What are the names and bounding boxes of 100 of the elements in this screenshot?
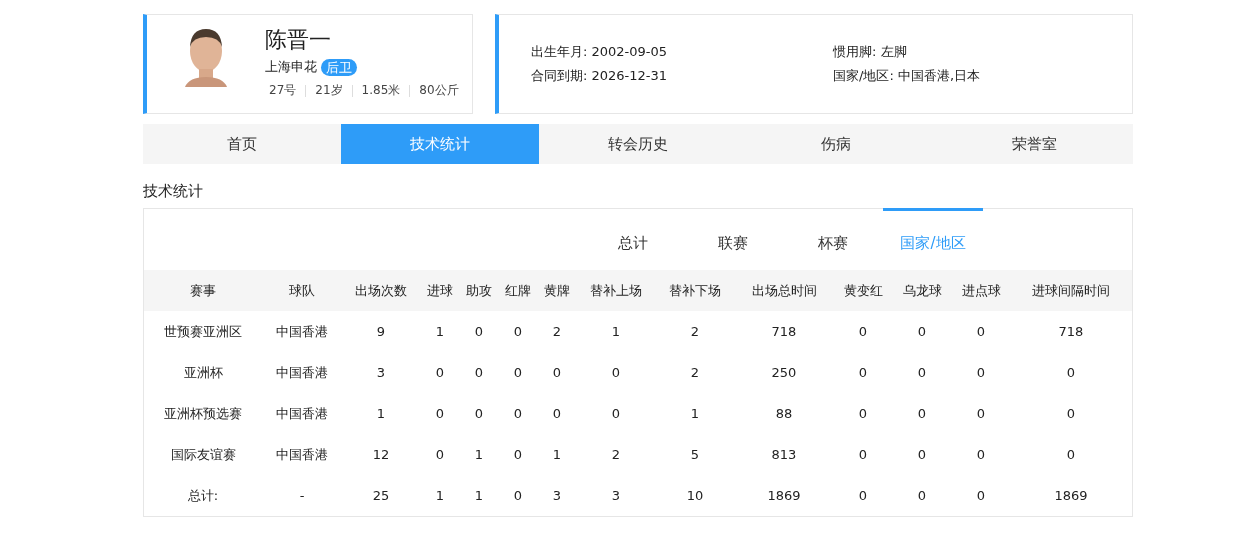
- table-cell: 0: [552, 365, 562, 380]
- table-cell: 1: [435, 488, 445, 503]
- table-cell: 3: [552, 488, 562, 503]
- table-cell: 1: [690, 406, 700, 421]
- table-cell: 0: [1066, 406, 1076, 421]
- column-header: 黄变红: [843, 282, 883, 298]
- table-cell: 12: [372, 447, 390, 462]
- table-cell: 1: [552, 447, 562, 462]
- table-cell: 0: [858, 488, 868, 503]
- table-cell: 0: [1066, 447, 1076, 462]
- table-cell: 0: [917, 447, 927, 462]
- table-cell: 0: [474, 324, 484, 339]
- table-cell: 0: [858, 406, 868, 421]
- table-cell: 718: [771, 324, 797, 339]
- table-cell: 0: [976, 447, 986, 462]
- table-cell: 25: [372, 488, 390, 503]
- table-cell: 中国香港: [276, 405, 328, 421]
- table-cell: 813: [771, 447, 797, 462]
- table-cell: 9: [376, 324, 386, 339]
- table-cell: 0: [513, 447, 523, 462]
- column-header: 进点球: [961, 282, 1001, 298]
- table-cell: 0: [552, 406, 562, 421]
- table-cell: 1: [435, 324, 445, 339]
- table-cell: 0: [435, 406, 445, 421]
- table-cell: 718: [1058, 324, 1084, 339]
- column-header: 替补下场: [669, 282, 721, 298]
- table-cell: 亚洲杯预选赛: [164, 405, 242, 421]
- column-header: 赛事: [190, 282, 216, 298]
- sub-tab[interactable]: 杯赛: [783, 208, 883, 270]
- table-cell: 0: [976, 406, 986, 421]
- table-cell: 2: [690, 324, 700, 339]
- column-header: 替补上场: [590, 282, 642, 298]
- table-cell: 中国香港: [276, 323, 328, 339]
- detail-text: 出生年月: 2002-09-05: [531, 43, 669, 61]
- tab[interactable]: 首页: [143, 124, 341, 164]
- column-header: 进球间隔时间: [1032, 282, 1110, 298]
- column-header: 出场总时间: [751, 282, 817, 298]
- sub-tab[interactable]: 联赛: [683, 208, 783, 270]
- table-cell: 0: [435, 447, 445, 462]
- table-cell: 0: [976, 365, 986, 380]
- table-cell: 国际友谊赛: [170, 446, 236, 462]
- column-header: 黄牌: [544, 282, 570, 298]
- table-cell: 1: [474, 488, 484, 503]
- table-cell: 1869: [1054, 488, 1088, 503]
- table-cell: 2: [690, 365, 700, 380]
- table-cell: 0: [474, 406, 484, 421]
- tab[interactable]: 转会历史: [539, 124, 737, 164]
- table-cell: 世预赛亚洲区: [164, 323, 242, 339]
- table-cell: 1: [474, 447, 484, 462]
- section-title: 技术统计: [143, 181, 204, 202]
- table-cell: 0: [474, 365, 484, 380]
- table-cell: 3: [376, 365, 386, 380]
- table-cell: 0: [976, 488, 986, 503]
- table-cell: 1: [611, 324, 621, 339]
- player-fact: 27号: [269, 82, 297, 99]
- detail-text: 合同到期: 2026-12-31: [531, 67, 669, 85]
- table-cell: 2: [611, 447, 621, 462]
- table-cell: 0: [611, 365, 621, 380]
- table-cell: 0: [1066, 365, 1076, 380]
- player-fact: 1.85米: [361, 82, 401, 99]
- table-cell: 3: [611, 488, 621, 503]
- table-cell: 88: [775, 406, 793, 421]
- table-cell: 1: [376, 406, 386, 421]
- detail-text: 惯用脚: 左脚: [833, 43, 908, 61]
- position-badge: 后卫: [321, 58, 357, 76]
- table-cell: 中国香港: [276, 446, 328, 462]
- column-header: 乌龙球: [902, 282, 942, 298]
- table-cell: -: [299, 488, 305, 503]
- table-cell: 0: [917, 365, 927, 380]
- column-header: 球队: [289, 282, 315, 298]
- table-cell: 亚洲杯: [183, 364, 223, 380]
- table-cell: 0: [917, 324, 927, 339]
- table-cell: 0: [917, 406, 927, 421]
- column-header: 出场次数: [355, 282, 407, 298]
- table-cell: 0: [858, 447, 868, 462]
- table-cell: 0: [917, 488, 927, 503]
- table-cell: 0: [858, 324, 868, 339]
- table-cell: 2: [552, 324, 562, 339]
- table-cell: 总计:: [187, 487, 219, 503]
- tab[interactable]: 伤病: [737, 124, 935, 164]
- table-cell: 中国香港: [276, 364, 328, 380]
- tab[interactable]: 荣誉室: [935, 124, 1133, 164]
- table-cell: 0: [513, 406, 523, 421]
- table-cell: 1869: [767, 488, 801, 503]
- table-cell: 0: [611, 406, 621, 421]
- player-fact: 21岁: [315, 82, 343, 99]
- player-name: 陈晋一: [265, 26, 332, 54]
- player-fact: 80公斤: [419, 82, 459, 99]
- club-name: 上海申花: [265, 58, 317, 76]
- table-cell: 0: [513, 324, 523, 339]
- detail-text: 国家/地区: 中国香港,日本: [833, 67, 982, 85]
- table-cell: 10: [686, 488, 704, 503]
- table-cell: 0: [858, 365, 868, 380]
- sub-tab[interactable]: 总计: [583, 208, 683, 270]
- column-header: 助攻: [466, 282, 492, 298]
- column-header: 进球: [427, 282, 453, 298]
- table-cell: 5: [690, 447, 700, 462]
- table-cell: 0: [513, 365, 523, 380]
- table-cell: 0: [435, 365, 445, 380]
- column-header: 红牌: [505, 282, 531, 298]
